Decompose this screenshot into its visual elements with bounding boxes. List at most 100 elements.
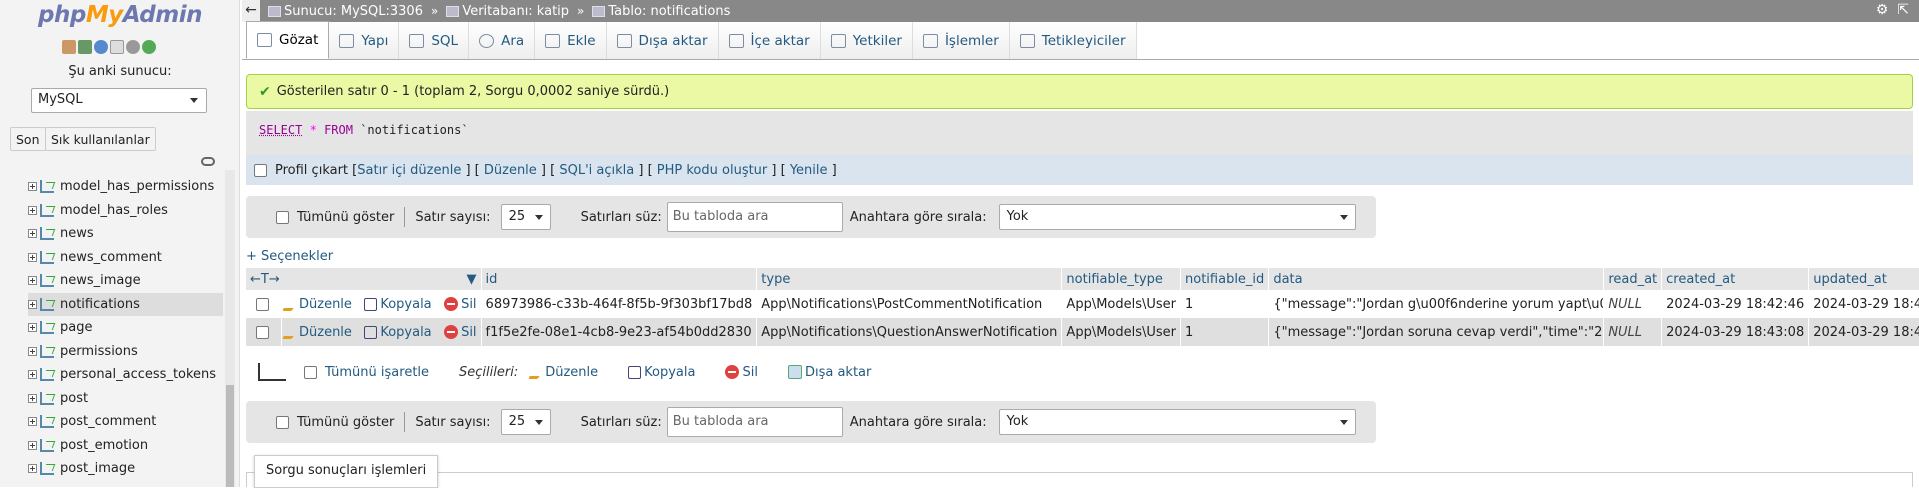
tree-item-news[interactable]: news (28, 222, 223, 246)
collapse-icon[interactable]: ⇱ (1897, 2, 1909, 18)
tree-item-model-has-permissions[interactable]: model_has_permissions (28, 175, 223, 199)
create-php-code-link[interactable]: PHP kodu oluştur (657, 163, 768, 178)
tree-item-post[interactable]: post (28, 387, 223, 411)
scrollbar-thumb[interactable] (226, 385, 234, 487)
tab-structure[interactable]: Yapı (329, 22, 400, 59)
phpmyadmin-logo[interactable]: phpMyAdmin (38, 2, 202, 28)
row-delete-link[interactable]: Sil (444, 297, 477, 312)
refresh-link[interactable]: Yenile (790, 163, 828, 178)
tab-sql[interactable]: SQL (399, 22, 470, 59)
cell-type[interactable]: App\Notifications\QuestionAnswerNotifica… (756, 318, 1063, 346)
tab-export[interactable]: Dışa aktar (606, 22, 719, 59)
column-header-type[interactable]: type (756, 268, 1063, 290)
expand-icon[interactable] (28, 229, 37, 239)
column-header-read-at[interactable]: read_at (1603, 268, 1663, 290)
favorite-tables-button[interactable]: Sık kullanılanlar (45, 127, 156, 151)
expand-icon[interactable] (28, 276, 37, 286)
check-all-checkbox[interactable] (304, 365, 317, 379)
collapse-sidebar-icon[interactable]: ← (242, 0, 260, 22)
cell-created-at[interactable]: 2024-03-29 18:42:46 (1661, 290, 1810, 318)
docs-icon[interactable] (110, 40, 124, 54)
explain-sql-link[interactable]: SQL'i açıkla (559, 163, 634, 178)
cell-notifiable-type[interactable]: App\Models\User (1061, 318, 1182, 346)
show-all-checkbox[interactable] (276, 210, 289, 224)
expand-icon[interactable] (28, 182, 37, 192)
cell-notifiable-id[interactable]: 1 (1180, 290, 1270, 318)
breadcrumb-server[interactable]: Sunucu: MySQL:3306 (284, 4, 423, 19)
row-checkbox[interactable] (256, 297, 269, 311)
server-select[interactable]: MySQL (31, 88, 207, 113)
cell-notifiable-type[interactable]: App\Models\User (1061, 290, 1182, 318)
expand-icon[interactable] (28, 205, 37, 215)
tree-item-news-image[interactable]: news_image (28, 269, 223, 293)
filter-rows-input[interactable]: Bu tabloda ara (666, 407, 843, 437)
row-checkbox[interactable] (256, 325, 269, 339)
gear-icon[interactable]: ⚙ (1876, 2, 1889, 18)
expand-icon[interactable] (28, 252, 37, 262)
edit-query-link[interactable]: Düzenle (484, 163, 537, 178)
help-icon[interactable] (94, 40, 108, 54)
cell-id[interactable]: 68973986-c33b-464f-8f5b-9f303bf17bd8 (481, 290, 758, 318)
cell-notifiable-id[interactable]: 1 (1180, 318, 1270, 346)
link-icon[interactable] (201, 157, 215, 166)
reload-icon[interactable] (142, 40, 156, 54)
cell-read-at[interactable]: NULL (1603, 318, 1663, 346)
inline-edit-link[interactable]: Satır içi düzenle (357, 163, 461, 178)
column-header-data[interactable]: data (1268, 268, 1605, 290)
expand-icon[interactable] (28, 323, 37, 333)
cell-data[interactable]: {"message":"Jordan soruna cevap verdi","… (1268, 318, 1605, 346)
tree-item-post-image[interactable]: post_image (28, 457, 223, 481)
cell-read-at[interactable]: NULL (1603, 290, 1663, 318)
tree-item-post-emotion[interactable]: post_emotion (28, 434, 223, 458)
rows-select[interactable]: 25 (500, 409, 551, 435)
tree-item-news-comment[interactable]: news_comment (28, 246, 223, 270)
options-link[interactable]: + Seçenekler (246, 249, 333, 264)
expand-icon[interactable] (28, 393, 37, 403)
bulk-export-button[interactable]: Dışa aktar (787, 365, 871, 380)
expand-icon[interactable] (28, 464, 37, 474)
cell-created-at[interactable]: 2024-03-29 18:43:08 (1661, 318, 1810, 346)
sidebar-scrollbar[interactable] (225, 170, 235, 487)
bulk-edit-button[interactable]: Düzenle (528, 365, 598, 380)
tree-item-permissions[interactable]: permissions (28, 340, 223, 364)
expand-icon[interactable] (28, 417, 37, 427)
recent-tables-button[interactable]: Son (10, 127, 46, 151)
cell-data[interactable]: {"message":"Jordan g\u00f6nderine yorum … (1268, 290, 1605, 318)
row-delete-link[interactable]: Sil (444, 325, 477, 340)
tab-search[interactable]: Ara (469, 22, 536, 59)
column-nav-header[interactable]: ←T→ ▼ (246, 268, 482, 290)
filter-rows-input[interactable]: Bu tabloda ara (666, 202, 843, 232)
tree-item-personal-access-tokens[interactable]: personal_access_tokens (28, 363, 223, 387)
row-edit-link[interactable]: Düzenle (281, 297, 352, 312)
expand-icon[interactable] (28, 346, 37, 356)
tab-insert[interactable]: Ekle (535, 22, 607, 59)
tab-browse[interactable]: Gözat (246, 21, 330, 59)
query-results-operations-button[interactable]: Sorgu sonuçları işlemleri (254, 455, 439, 488)
tab-operations[interactable]: İşlemler (912, 22, 1010, 59)
cell-id[interactable]: f1f5e2fe-08e1-4cb8-9e23-af54b0dd2830 (481, 318, 758, 346)
row-copy-link[interactable]: Kopyala (364, 297, 432, 312)
bulk-delete-button[interactable]: Sil (725, 365, 758, 380)
show-all-checkbox[interactable] (276, 415, 289, 429)
rows-select[interactable]: 25 (500, 204, 551, 230)
column-header-updated-at[interactable]: updated_at (1808, 268, 1919, 290)
tree-item-model-has-roles[interactable]: model_has_roles (28, 199, 223, 223)
breadcrumb-database[interactable]: Veritabanı: katip (462, 4, 569, 19)
logout-icon[interactable] (78, 40, 92, 54)
home-icon[interactable] (62, 40, 76, 54)
column-header-notifiable-type[interactable]: notifiable_type (1061, 268, 1182, 290)
settings-icon[interactable] (126, 40, 140, 54)
check-all-label[interactable]: Tümünü işaretle (325, 365, 429, 380)
sort-by-key-select[interactable]: Yok (998, 204, 1356, 230)
bulk-copy-button[interactable]: Kopyala (628, 365, 695, 380)
expand-icon[interactable] (28, 370, 37, 380)
row-edit-link[interactable]: Düzenle (281, 325, 352, 340)
profiling-checkbox[interactable] (254, 163, 267, 177)
column-header-notifiable-id[interactable]: notifiable_id (1180, 268, 1270, 290)
column-header-id[interactable]: id (481, 268, 758, 290)
column-arrows-icon[interactable]: ←T→ (250, 272, 280, 287)
expand-icon[interactable] (28, 299, 37, 309)
cell-updated-at[interactable]: 2024-03-29 18:43:08 (1808, 318, 1919, 346)
tree-item-notifications[interactable]: notifications (28, 292, 223, 316)
row-copy-link[interactable]: Kopyala (364, 325, 432, 340)
